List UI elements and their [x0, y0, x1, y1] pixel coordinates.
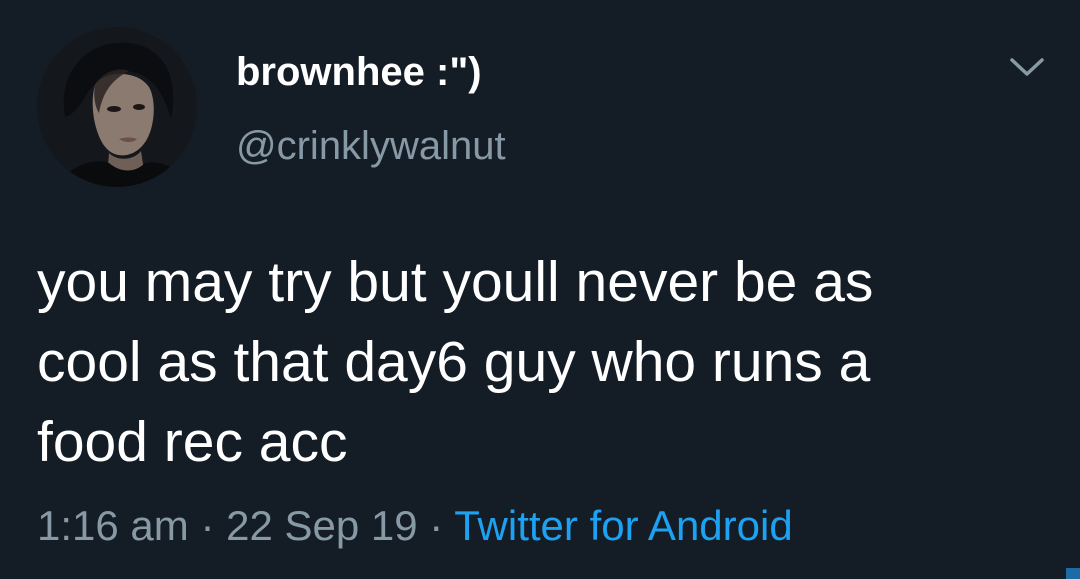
display-name[interactable]: brownhee :") — [236, 48, 482, 96]
scroll-indicator — [1066, 568, 1080, 579]
tweet-text-line: you may try but youll never be as — [37, 250, 874, 314]
meta-separator: · — [200, 502, 215, 549]
tweet-text-line: cool as that day6 guy who runs a — [37, 330, 871, 394]
tweet-card: brownhee :") @crinklywalnut you may try … — [0, 0, 1080, 579]
tweet-date: 22 Sep 19 — [226, 502, 418, 549]
avatar[interactable] — [37, 27, 197, 187]
tweet-text: you may try but youll never be as cool a… — [37, 242, 1047, 482]
tweet-source-link[interactable]: Twitter for Android — [454, 502, 792, 549]
avatar-photo — [37, 27, 197, 187]
tweet-meta: 1:16 am · 22 Sep 19 · Twitter for Androi… — [37, 500, 793, 552]
chevron-down-icon[interactable] — [1006, 52, 1048, 82]
meta-separator: · — [429, 502, 444, 549]
tweet-text-line: food rec acc — [37, 410, 348, 474]
tweet-time: 1:16 am — [37, 502, 189, 549]
user-handle[interactable]: @crinklywalnut — [236, 122, 506, 170]
